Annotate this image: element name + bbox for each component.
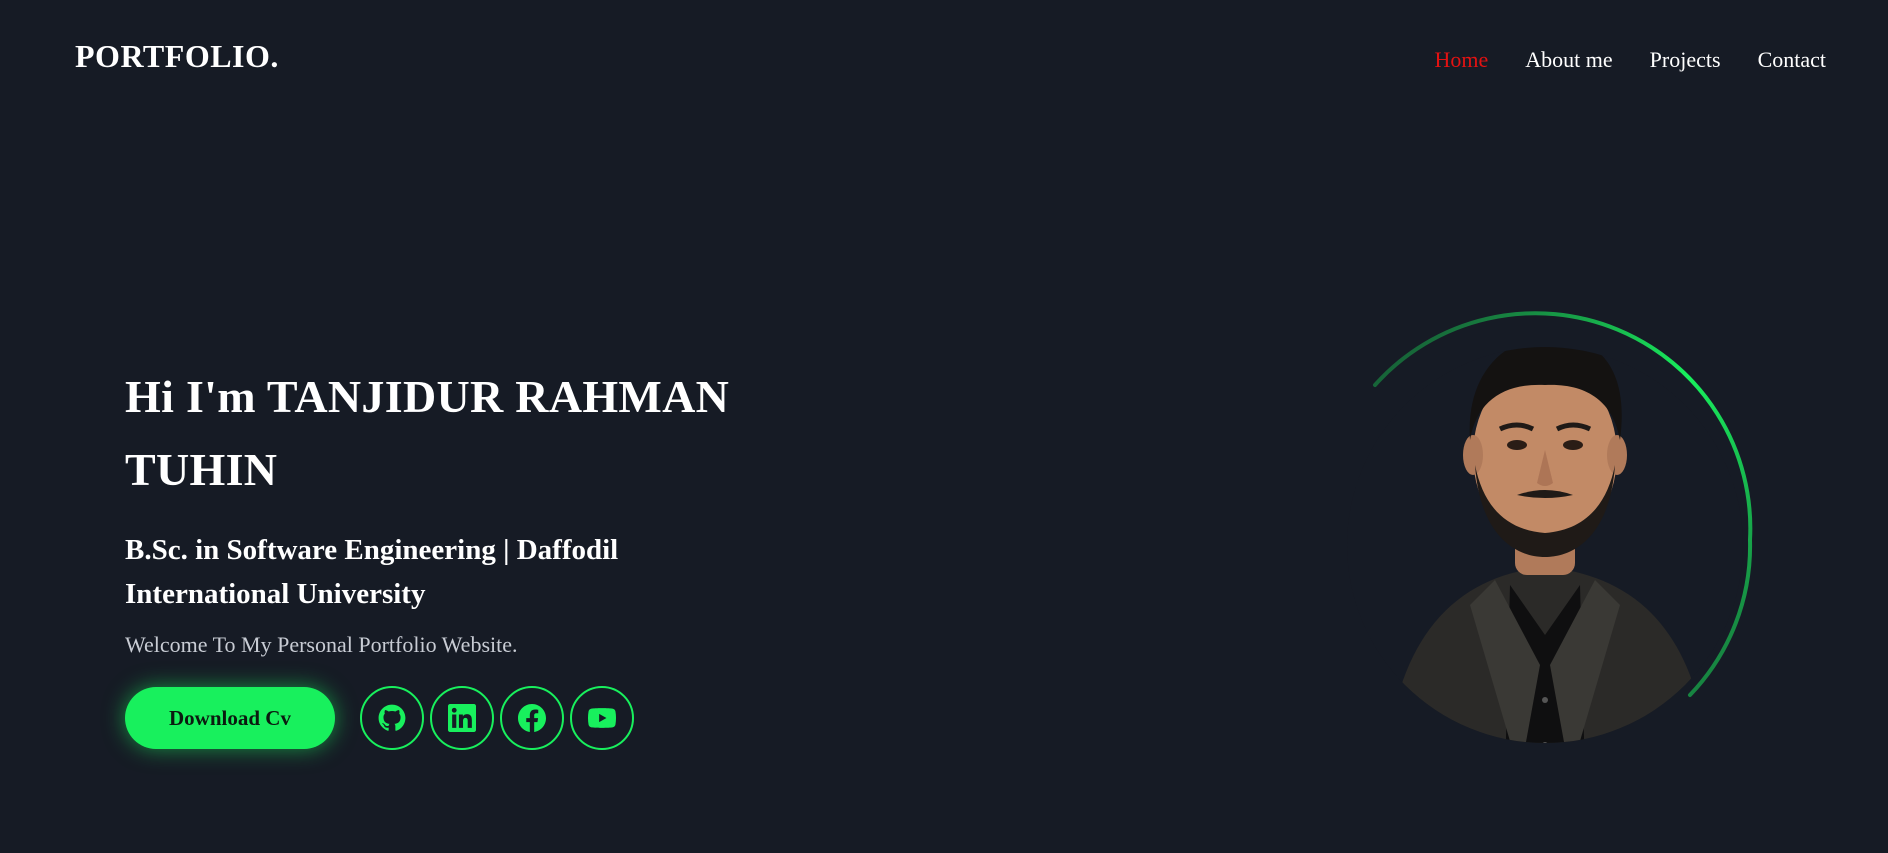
linkedin-icon — [448, 704, 476, 732]
nav-about-me[interactable]: About me — [1525, 47, 1612, 73]
hero-section: Hi I'm TANJIDUR RAHMAN TUHIN B.Sc. in So… — [125, 360, 845, 750]
social-links — [360, 686, 634, 750]
github-icon — [378, 704, 406, 731]
nav-projects[interactable]: Projects — [1650, 47, 1721, 73]
site-logo[interactable]: PORTFOLIO. — [75, 38, 279, 75]
page: PORTFOLIO. Home About me Projects Contac… — [0, 0, 1888, 853]
hero-heading: Hi I'm TANJIDUR RAHMAN TUHIN — [125, 360, 845, 506]
youtube-icon — [588, 708, 616, 728]
hero-actions: Download Cv — [125, 686, 845, 750]
profile-photo — [1345, 305, 1815, 795]
download-cv-button[interactable]: Download Cv — [125, 687, 335, 749]
hero-heading-line2: TUHIN — [125, 444, 278, 495]
nav-contact[interactable]: Contact — [1758, 47, 1826, 73]
main-nav: Home About me Projects Contact — [1435, 47, 1826, 73]
nav-home[interactable]: Home — [1435, 47, 1489, 73]
hero-welcome: Welcome To My Personal Portfolio Website… — [125, 632, 518, 657]
facebook-link[interactable] — [500, 686, 564, 750]
github-link[interactable] — [360, 686, 424, 750]
hero-subtitle: B.Sc. in Software Engineering | Daffodil… — [125, 534, 619, 610]
hero-heading-line1: Hi I'm TANJIDUR RAHMAN — [125, 371, 730, 422]
youtube-link[interactable] — [570, 686, 634, 750]
profile-illustration — [1347, 311, 1753, 743]
linkedin-link[interactable] — [430, 686, 494, 750]
facebook-icon — [518, 704, 546, 732]
